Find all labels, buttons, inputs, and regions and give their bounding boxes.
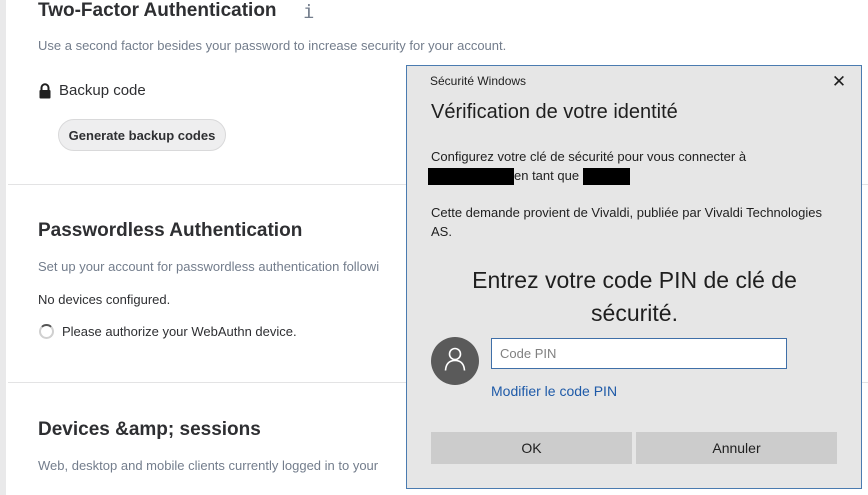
pin-input[interactable] <box>491 338 787 369</box>
page-left-border <box>0 0 6 495</box>
devices-sessions-title: Devices &amp; sessions <box>38 419 261 440</box>
pin-prompt-title: Entrez votre code PIN de clé de sécurité… <box>472 267 797 326</box>
change-pin-link[interactable]: Modifier le code PIN <box>491 383 617 399</box>
passwordless-description: Set up your account for passwordless aut… <box>38 259 380 274</box>
backup-code-label: Backup code <box>59 82 146 99</box>
windows-security-dialog: Sécurité Windows ✕ Vérification de votre… <box>406 65 862 489</box>
close-icon[interactable]: ✕ <box>827 70 851 94</box>
cancel-button[interactable]: Annuler <box>636 432 837 464</box>
lock-icon <box>38 82 52 99</box>
dialog-caption: Sécurité Windows <box>430 74 527 88</box>
info-icon[interactable]: i <box>303 1 314 23</box>
two-factor-description: Use a second factor besides your passwor… <box>38 38 507 53</box>
instructions-mid-text: en tant que <box>514 168 580 183</box>
instructions-line-2: en tant que <box>428 166 746 186</box>
dialog-heading: Vérification de votre identité <box>431 101 678 123</box>
user-avatar <box>431 337 479 385</box>
passwordless-title: Passwordless Authentication <box>38 220 303 241</box>
authorize-status-text: Please authorize your WebAuthn device. <box>62 324 297 339</box>
instructions-line-1: Configurez votre clé de sécurité pour vo… <box>431 149 747 164</box>
request-source-text: Cette demande provient de Vivaldi, publi… <box>431 205 822 239</box>
dialog-instructions: Configurez votre clé de sécurité pour vo… <box>428 147 747 186</box>
two-factor-title: Two-Factor Authentication <box>38 0 277 21</box>
redacted-block <box>428 168 514 186</box>
generate-backup-codes-button[interactable]: Generate backup codes <box>58 119 226 151</box>
user-icon <box>444 347 466 376</box>
no-devices-text: No devices configured. <box>38 292 171 307</box>
authorize-status-row: Please authorize your WebAuthn device. <box>39 324 297 339</box>
redacted-block <box>582 168 630 186</box>
ok-button[interactable]: OK <box>431 432 632 464</box>
devices-sessions-description: Web, desktop and mobile clients currentl… <box>38 458 379 473</box>
backup-code-row: Backup code <box>38 82 146 99</box>
loading-spinner-icon <box>39 324 54 339</box>
